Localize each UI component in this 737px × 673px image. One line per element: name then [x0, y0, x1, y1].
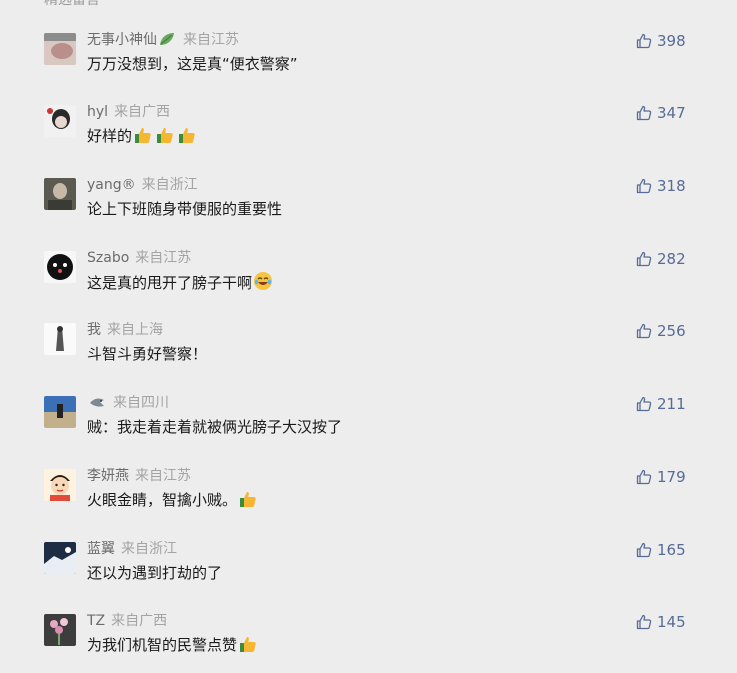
location: 来自上海 — [107, 322, 163, 338]
comment-text: 万万没想到，这是真“便衣警察” — [87, 53, 298, 75]
avatar[interactable] — [44, 542, 76, 574]
comment-text: 火眼金睛，智擒小贼。 — [87, 489, 259, 514]
comment-item: hyl 来自广西 好样的 347 — [0, 103, 737, 165]
like-button[interactable]: 145 — [636, 612, 686, 632]
avatar[interactable] — [44, 33, 76, 65]
nickname[interactable]: 蓝翼 — [87, 541, 115, 557]
like-button[interactable]: 179 — [636, 467, 686, 487]
comment-item: 李妍燕 来自江苏 火眼金睛，智擒小贼。 179 — [0, 467, 737, 529]
like-count: 318 — [657, 177, 686, 195]
nickname[interactable]: Szabo — [87, 250, 129, 266]
comment-item: yang® 来自浙江 论上下班随身带便服的重要性 318 — [0, 176, 737, 238]
location: 来自四川 — [113, 395, 169, 411]
like-count: 165 — [657, 541, 686, 559]
avatar[interactable] — [44, 105, 76, 137]
laughing-tears-icon — [253, 271, 273, 297]
thumbs-up-outline-icon — [636, 469, 652, 485]
comment-text: 斗智斗勇好警察！ — [87, 343, 207, 365]
thumbs-up-outline-icon — [636, 251, 652, 267]
avatar[interactable] — [44, 323, 76, 355]
comment-text: 还以为遇到打劫的了 — [87, 562, 222, 584]
comment-item: 来自四川 贼：我走着走着就被俩光膀子大汉按了 211 — [0, 394, 737, 456]
location: 来自浙江 — [121, 541, 177, 557]
like-count: 145 — [657, 613, 686, 631]
nickname[interactable]: TZ — [87, 613, 105, 629]
like-button[interactable]: 165 — [636, 540, 686, 560]
comment-text-content: 还以为遇到打劫的了 — [87, 564, 223, 582]
location: 来自江苏 — [183, 32, 239, 48]
nickname[interactable]: 李妍燕 — [87, 468, 129, 484]
like-button[interactable]: 282 — [636, 249, 686, 269]
comment-text: 贼：我走着走着就被俩光膀子大汉按了 — [87, 416, 342, 438]
location: 来自广西 — [111, 613, 168, 629]
like-button[interactable]: 398 — [636, 31, 686, 51]
comment-text-content: 为我们机智的民警点赞 — [87, 636, 238, 654]
thumbs-up-icon — [177, 126, 197, 150]
like-button[interactable]: 211 — [636, 394, 686, 414]
comment-item: 我来自上海 斗智斗勇好警察！ 256 — [0, 321, 737, 383]
thumbs-up-outline-icon — [636, 105, 652, 121]
nickname[interactable]: 我 — [87, 322, 101, 338]
comment-text: 好样的 — [87, 125, 198, 150]
like-count: 211 — [657, 395, 686, 413]
thumbs-up-outline-icon — [636, 178, 652, 194]
nickname[interactable]: yang® — [87, 177, 136, 193]
shark-icon — [88, 394, 106, 415]
avatar[interactable] — [44, 178, 76, 210]
thumbs-up-icon — [238, 635, 258, 659]
comment-text-content: 万万没想到，这是真“便衣警察” — [87, 55, 298, 73]
location: 来自江苏 — [135, 468, 191, 484]
thumbs-up-outline-icon — [636, 396, 652, 412]
comment-text-content: 斗智斗勇好警察！ — [87, 345, 208, 363]
nickname[interactable]: 无事小神仙 — [87, 32, 157, 48]
like-count: 179 — [657, 468, 686, 486]
comments-page: 精选留言 无事小神仙 来自江苏 万万没想到，这是真“便衣警察” 398 hyl 来自… — [0, 0, 737, 673]
thumbs-up-outline-icon — [636, 542, 652, 558]
like-count: 398 — [657, 32, 686, 50]
like-button[interactable]: 347 — [636, 103, 686, 123]
comment-text-content: 这是真的甩开了膀子干啊 — [87, 274, 253, 292]
comment-item: TZ 来自广西 为我们机智的民警点赞 145 — [0, 612, 737, 673]
comment-text-content: 火眼金睛，智擒小贼。 — [87, 491, 238, 509]
like-button[interactable]: 318 — [636, 176, 686, 196]
avatar[interactable] — [44, 251, 76, 283]
like-count: 347 — [657, 104, 686, 122]
comment-item: 无事小神仙 来自江苏 万万没想到，这是真“便衣警察” 398 — [0, 31, 737, 93]
thumbs-up-icon — [155, 126, 175, 150]
comment-text: 为我们机智的民警点赞 — [87, 634, 259, 659]
avatar[interactable] — [44, 396, 76, 428]
like-button[interactable]: 256 — [636, 321, 686, 341]
location: 来自江苏 — [135, 250, 192, 266]
thumbs-up-outline-icon — [636, 323, 652, 339]
avatar[interactable] — [44, 614, 76, 646]
comment-text-content: 好样的 — [87, 127, 133, 145]
comment-text: 论上下班随身带便服的重要性 — [87, 198, 282, 220]
comment-text-content: 贼：我走着走着就被俩光膀子大汉按了 — [87, 418, 343, 436]
like-count: 256 — [657, 322, 686, 340]
avatar[interactable] — [44, 469, 76, 501]
location: 来自浙江 — [141, 177, 198, 193]
thumbs-up-outline-icon — [636, 33, 652, 49]
comment-item: 蓝翼 来自浙江 还以为遇到打劫的了 165 — [0, 540, 737, 602]
leaf-icon — [158, 31, 176, 52]
thumbs-up-outline-icon — [636, 614, 652, 630]
comment-text-content: 论上下班随身带便服的重要性 — [87, 200, 283, 218]
comment-text: 这是真的甩开了膀子干啊 — [87, 271, 274, 297]
section-title: 精选留言 — [44, 0, 100, 8]
thumbs-up-icon — [238, 490, 258, 514]
location: 来自广西 — [114, 104, 171, 120]
comment-item: Szabo 来自江苏 这是真的甩开了膀子干啊 282 — [0, 249, 737, 311]
nickname[interactable]: hyl — [87, 104, 108, 120]
like-count: 282 — [657, 250, 686, 268]
thumbs-up-icon — [133, 126, 153, 150]
